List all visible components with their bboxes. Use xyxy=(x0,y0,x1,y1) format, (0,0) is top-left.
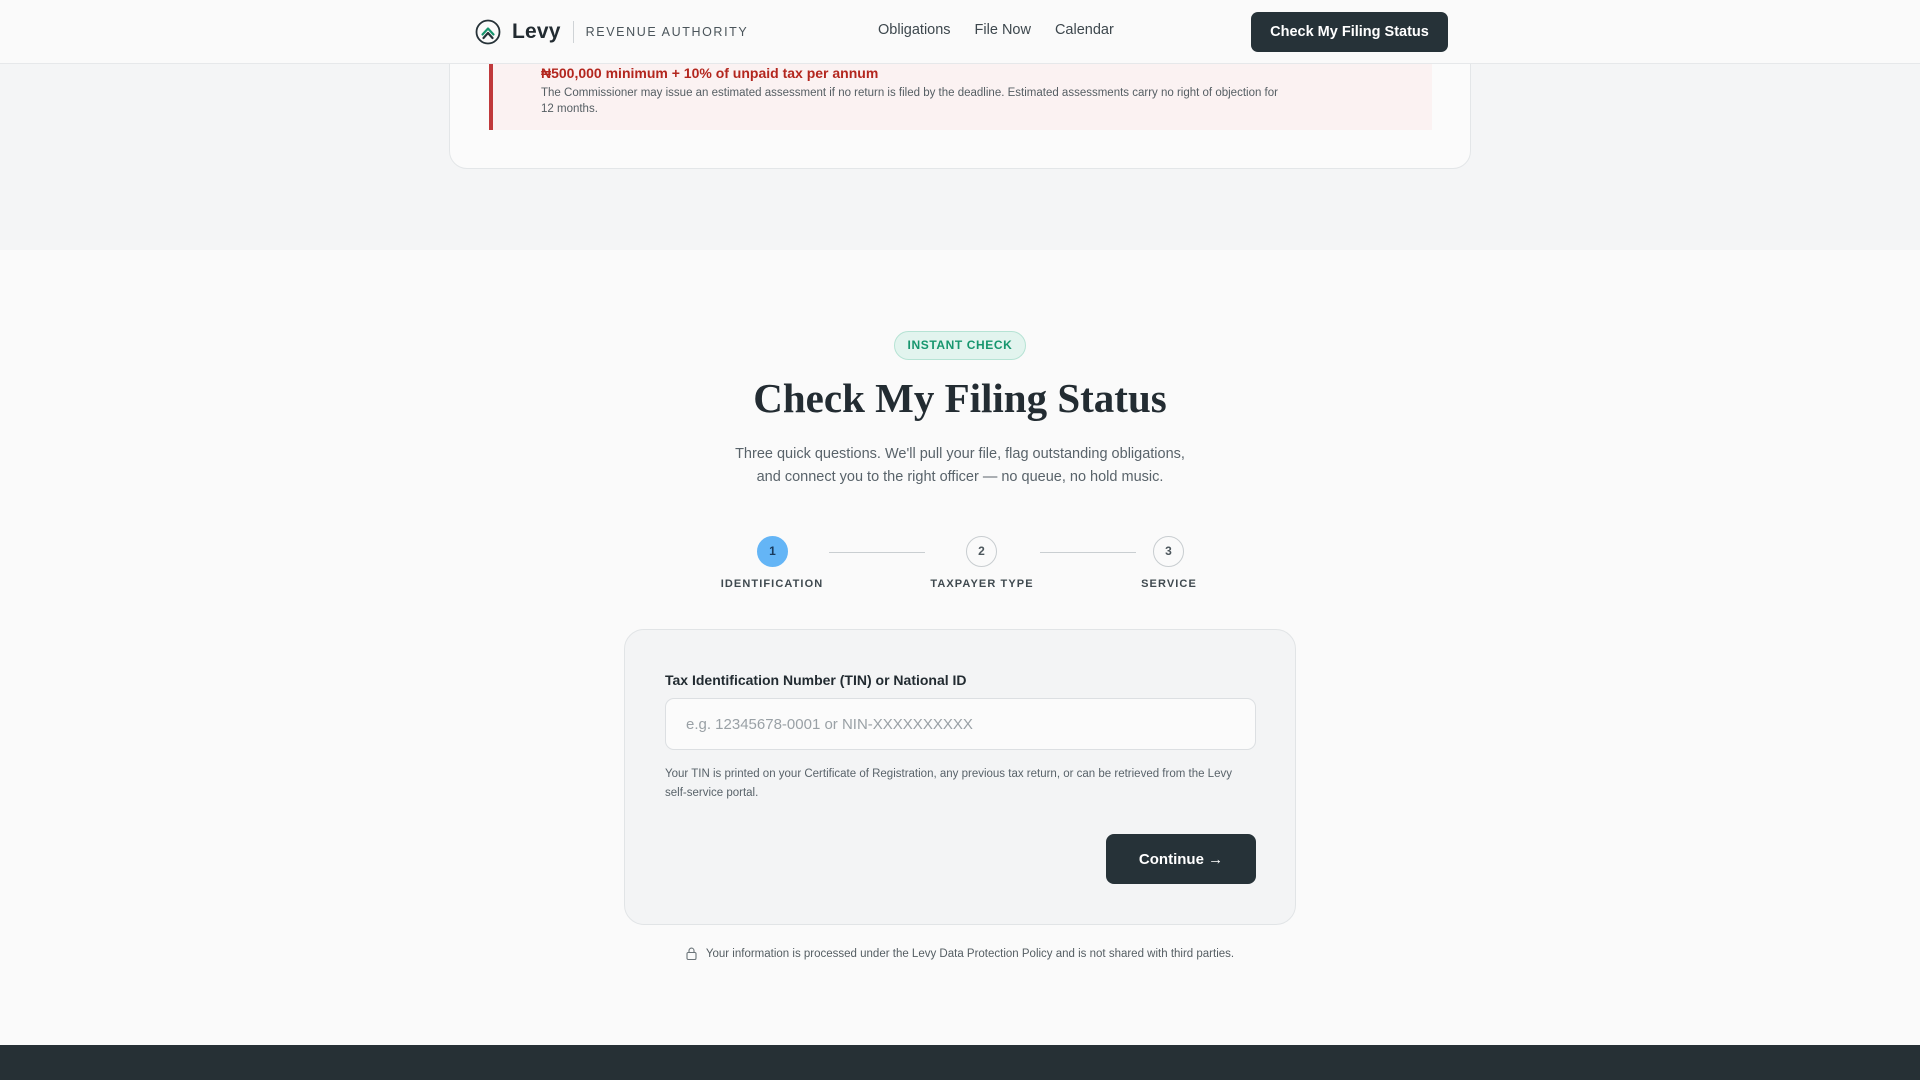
nav-link-calendar[interactable]: Calendar xyxy=(1055,22,1114,38)
levy-logo-icon xyxy=(475,19,501,45)
top-navigation: Levy REVENUE AUTHORITY Obligations File … xyxy=(0,0,1920,64)
penalty-description: The Commissioner may issue an estimated … xyxy=(541,87,1278,115)
step-2-indicator: 2 xyxy=(966,536,997,567)
brand-divider xyxy=(572,21,574,43)
penalty-amount: ₦500,000 minimum + 10% of unpaid tax per… xyxy=(541,65,879,81)
nav-links: Obligations File Now Calendar xyxy=(878,22,1114,38)
privacy-notice: Your information is processed under the … xyxy=(0,947,1920,960)
tin-help-text: Your TIN is printed on your Certificate … xyxy=(665,768,1232,799)
page-title: Check My Filing Status xyxy=(753,375,1167,421)
page-subtitle: Three quick questions. We'll pull your f… xyxy=(660,443,1260,489)
filing-status-section: INSTANT CHECK Check My Filing Status Thr… xyxy=(0,250,1920,1045)
brand-name: Levy xyxy=(512,20,561,43)
step-3-label: SERVICE xyxy=(1141,578,1197,590)
nav-link-file-now[interactable]: File Now xyxy=(975,22,1031,38)
step-3-indicator: 3 xyxy=(1153,536,1184,567)
progress-stepper: 1 IDENTIFICATION 2 TAXPAYER TYPE 3 SERVI… xyxy=(0,536,1920,596)
nav-link-obligations[interactable]: Obligations xyxy=(878,22,951,38)
page-footer xyxy=(0,1045,1920,1080)
step-2-label: TAXPAYER TYPE xyxy=(930,578,1034,590)
privacy-text: Your information is processed under the … xyxy=(705,947,1235,960)
check-filing-status-button[interactable]: Check My Filing Status xyxy=(1251,12,1448,52)
penalty-alert: ₦500,000 minimum + 10% of unpaid tax per… xyxy=(489,63,1432,130)
step-connector xyxy=(1040,552,1136,553)
step-connector xyxy=(829,552,925,553)
lock-icon xyxy=(686,947,697,960)
tin-field-label: Tax Identification Number (TIN) or Natio… xyxy=(665,672,967,688)
subtitle-line-2: and connect you to the right officer — n… xyxy=(756,469,1164,485)
subtitle-line-1: Three quick questions. We'll pull your f… xyxy=(735,446,1185,462)
continue-button[interactable]: Continue → xyxy=(1106,834,1256,884)
tin-input[interactable] xyxy=(665,698,1256,750)
penalties-section: ₦500,000 minimum + 10% of unpaid tax per… xyxy=(0,24,1920,250)
instant-check-badge: INSTANT CHECK xyxy=(894,331,1026,360)
step-1-indicator: 1 xyxy=(757,536,788,567)
identification-form: Tax Identification Number (TIN) or Natio… xyxy=(624,629,1296,925)
brand-subtitle: REVENUE AUTHORITY xyxy=(585,25,749,39)
brand[interactable]: Levy REVENUE AUTHORITY xyxy=(475,18,748,46)
step-1-label: IDENTIFICATION xyxy=(720,578,824,590)
